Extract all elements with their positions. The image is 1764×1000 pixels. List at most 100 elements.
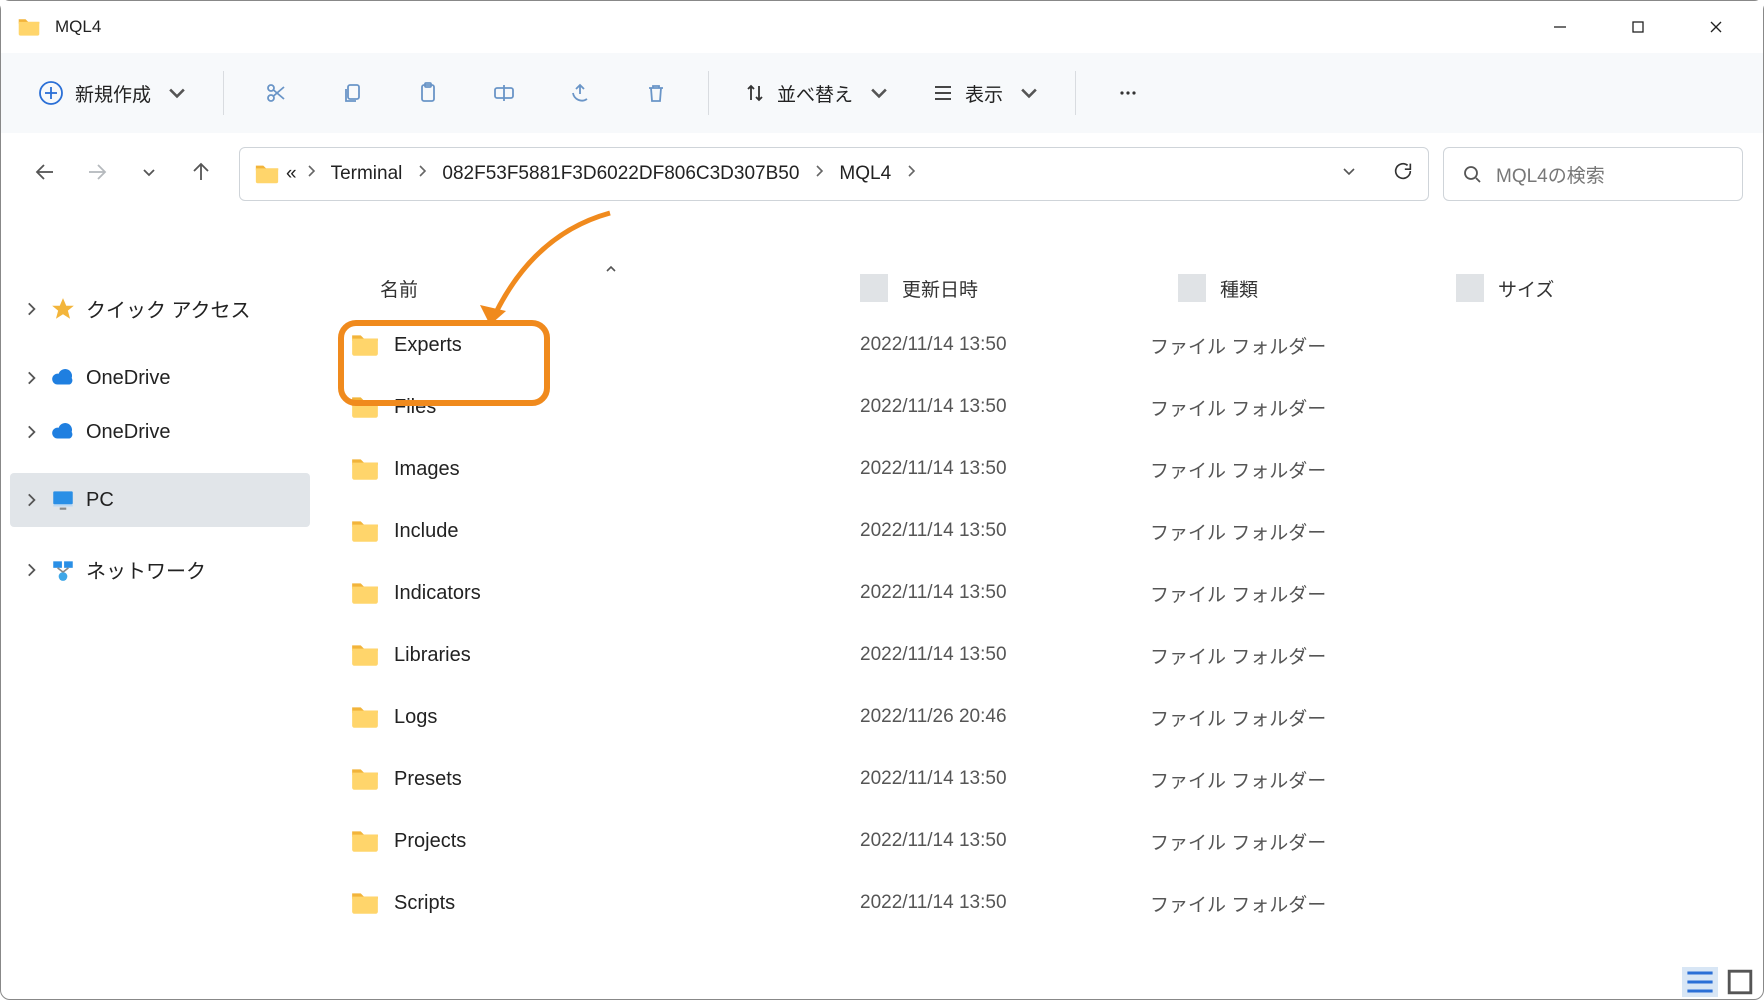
breadcrumb-overflow[interactable]: « (286, 163, 297, 185)
cloud-icon (50, 419, 76, 445)
close-button[interactable] (1677, 1, 1755, 53)
file-date: 2022/11/14 13:50 (860, 458, 1150, 480)
up-button[interactable] (189, 160, 213, 189)
star-icon (50, 296, 76, 322)
column-header-name[interactable]: 名前 (320, 275, 860, 302)
folder-row[interactable]: Indicators2022/11/14 13:50ファイル フォルダー (320, 562, 1764, 624)
folder-row[interactable]: Logs2022/11/26 20:46ファイル フォルダー (320, 686, 1764, 748)
folder-icon (350, 888, 380, 918)
folder-row[interactable]: Presets2022/11/14 13:50ファイル フォルダー (320, 748, 1764, 810)
details-view-button[interactable] (1682, 967, 1718, 997)
share-button[interactable] (546, 71, 614, 115)
refresh-button[interactable] (1392, 160, 1414, 188)
separator (223, 71, 224, 115)
chevron-down-icon (165, 81, 189, 105)
tree-item[interactable]: OneDrive (10, 351, 310, 405)
chevron-right-icon (22, 300, 40, 318)
monitor-icon (50, 487, 76, 513)
folder-icon (350, 578, 380, 608)
folder-row[interactable]: Include2022/11/14 13:50ファイル フォルダー (320, 500, 1764, 562)
file-name: Scripts (394, 892, 455, 915)
column-headers: 名前 更新日時 種類 サイズ (320, 268, 1764, 308)
folder-icon (350, 516, 380, 546)
file-name: Files (394, 396, 436, 419)
recent-locations-button[interactable] (137, 160, 161, 189)
column-header-size[interactable]: サイズ (1484, 275, 1644, 302)
file-type: ファイル フォルダー (1150, 518, 1400, 545)
status-bar (1676, 964, 1764, 1000)
view-button[interactable]: 表示 (915, 70, 1057, 117)
file-date: 2022/11/14 13:50 (860, 892, 1150, 914)
share-icon (568, 81, 592, 105)
tree-item-label: PC (86, 489, 114, 512)
column-header-date[interactable]: 更新日時 (888, 275, 1178, 302)
tree-item-label: OneDrive (86, 367, 170, 390)
copy-icon (340, 81, 364, 105)
file-date: 2022/11/14 13:50 (860, 582, 1150, 604)
view-button-label: 表示 (965, 80, 1003, 107)
sort-button[interactable]: 並べ替え (727, 70, 907, 117)
breadcrumb-item[interactable]: 082F53F5881F3D6022DF806C3D307B50 (436, 163, 805, 185)
tree-item[interactable]: クイック アクセス (10, 280, 310, 337)
folder-icon (350, 454, 380, 484)
copy-button[interactable] (318, 71, 386, 115)
breadcrumb-item[interactable]: Terminal (325, 163, 409, 185)
tree-item[interactable]: OneDrive (10, 405, 310, 459)
search-box[interactable]: MQL4の検索 (1443, 147, 1743, 201)
paste-button[interactable] (394, 71, 462, 115)
back-button[interactable] (33, 160, 57, 189)
title-bar: MQL4 (1, 1, 1763, 53)
chevron-down-icon (1017, 81, 1041, 105)
scissors-icon (264, 81, 288, 105)
more-button[interactable] (1094, 71, 1162, 115)
sort-indicator-icon (590, 262, 632, 276)
sort-icon (743, 81, 767, 105)
folder-row[interactable]: Projects 2022/11/14 13:50ファイル フォルダー (320, 810, 1764, 872)
chevron-right-icon (22, 423, 40, 441)
chevron-right-icon (414, 163, 430, 185)
minimize-button[interactable] (1521, 1, 1599, 53)
folder-icon (350, 330, 380, 360)
sort-button-label: 並べ替え (777, 80, 853, 107)
chevron-right-icon (303, 163, 319, 185)
column-header-type[interactable]: 種類 (1206, 275, 1456, 302)
ellipsis-icon (1116, 81, 1140, 105)
plus-circle-icon (37, 79, 65, 107)
file-list-pane: 名前 更新日時 種類 サイズ Experts2022/11/14 13:50ファ… (320, 268, 1764, 964)
address-bar[interactable]: « Terminal 082F53F5881F3D6022DF806C3D307… (239, 147, 1429, 201)
separator (708, 71, 709, 115)
file-type: ファイル フォルダー (1150, 766, 1400, 793)
file-name: Projects (394, 830, 466, 853)
file-type: ファイル フォルダー (1150, 890, 1400, 917)
tree-item[interactable]: ネットワーク (10, 541, 310, 598)
folder-icon (350, 702, 380, 732)
delete-button[interactable] (622, 71, 690, 115)
file-date: 2022/11/14 13:50 (860, 830, 1150, 852)
folder-icon (17, 15, 41, 39)
address-history-button[interactable] (1340, 162, 1358, 186)
file-date: 2022/11/14 13:50 (860, 334, 1150, 356)
thumbnails-view-button[interactable] (1722, 967, 1758, 997)
folder-row[interactable]: Files2022/11/14 13:50ファイル フォルダー (320, 376, 1764, 438)
file-type: ファイル フォルダー (1150, 456, 1400, 483)
cut-button[interactable] (242, 71, 310, 115)
rename-button[interactable] (470, 71, 538, 115)
folder-row[interactable]: Libraries2022/11/14 13:50ファイル フォルダー (320, 624, 1764, 686)
breadcrumb-item[interactable]: MQL4 (833, 163, 897, 185)
file-name: Libraries (394, 644, 471, 667)
new-button[interactable]: 新規作成 (21, 69, 205, 117)
network-icon (50, 557, 76, 583)
tree-item-label: クイック アクセス (86, 294, 251, 323)
file-list: Experts2022/11/14 13:50ファイル フォルダーFiles20… (320, 308, 1764, 964)
folder-row[interactable]: Images2022/11/14 13:50ファイル フォルダー (320, 438, 1764, 500)
folder-row[interactable]: Scripts 2022/11/14 13:50ファイル フォルダー (320, 872, 1764, 934)
folder-icon (350, 826, 380, 856)
folder-row[interactable]: Experts2022/11/14 13:50ファイル フォルダー (320, 314, 1764, 376)
file-type: ファイル フォルダー (1150, 828, 1400, 855)
tree-item[interactable]: PC (10, 473, 310, 527)
separator (1075, 71, 1076, 115)
chevron-right-icon (903, 163, 919, 185)
chevron-down-icon (867, 81, 891, 105)
forward-button[interactable] (85, 160, 109, 189)
maximize-button[interactable] (1599, 1, 1677, 53)
